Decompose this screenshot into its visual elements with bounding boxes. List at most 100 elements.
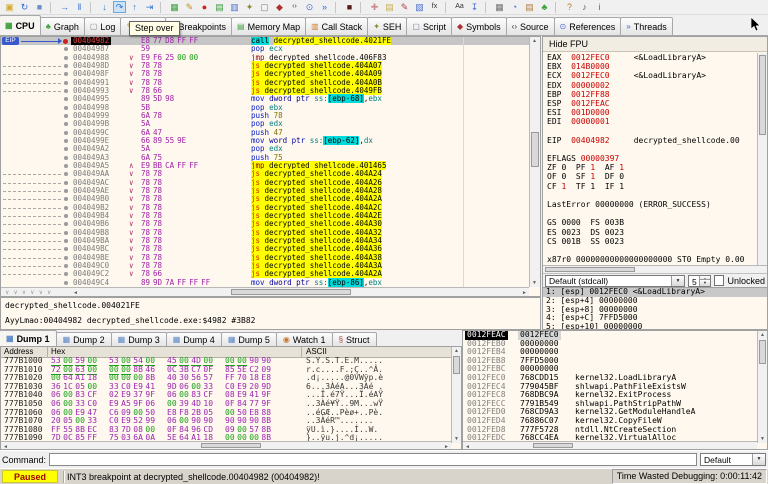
tab-struct[interactable]: §Struct (332, 332, 377, 346)
register-line[interactable]: EFLAGS 00000397 (547, 154, 755, 163)
disassembly-horizontal-scrollbar[interactable]: ∨∨∨∨∨∨ ◄ ► (1, 287, 529, 296)
register-line[interactable]: EIP 00404982 decrypted_shellcode.00 (547, 136, 755, 145)
instruction-dot-icon[interactable] (64, 122, 68, 126)
scroll-thumb[interactable] (759, 340, 766, 364)
register-line[interactable]: CF 1 TF 1 IF 1 (547, 182, 755, 191)
step-over-icon[interactable]: ↷ (113, 1, 126, 13)
instruction-dot-icon[interactable] (64, 197, 68, 201)
comments-icon[interactable]: ▤ (383, 1, 396, 13)
tab-seh[interactable]: ✦SEH (367, 17, 407, 35)
scroll-thumb[interactable] (453, 356, 460, 374)
stack-row[interactable]: 0012FEB87FFD5000 (463, 357, 757, 366)
instruction-dot-icon[interactable] (64, 139, 68, 143)
instruction-dot-icon[interactable] (64, 97, 68, 101)
register-line[interactable]: ZF 0 PF 1 AF 1 (547, 163, 755, 172)
scroll-right-icon[interactable]: ► (442, 443, 451, 450)
instruction-dot-icon[interactable] (64, 114, 68, 118)
scroll-down-icon[interactable]: ▼ (452, 435, 461, 443)
execute-till-return-icon[interactable]: ↑ (128, 1, 141, 13)
register-line[interactable]: EBP 0012FF88 (547, 90, 755, 99)
chevron-down-icon[interactable]: ▼ (671, 276, 684, 286)
restart-icon[interactable]: ↻ (18, 1, 31, 13)
dump-horizontal-scrollbar[interactable]: ◄ ► (1, 441, 451, 449)
command-input[interactable] (49, 453, 697, 466)
instruction-dot-icon[interactable] (64, 214, 68, 218)
register-line[interactable]: EBX 014B0000 (547, 62, 755, 71)
register-line[interactable]: CS 001B SS 0023 (547, 237, 755, 246)
instruction-dot-icon[interactable] (64, 206, 68, 210)
tab-graph[interactable]: ♣Graph (40, 17, 85, 35)
tab-references[interactable]: ⊙References (554, 17, 622, 35)
close-icon[interactable]: ■ (33, 1, 46, 13)
instruction-dot-icon[interactable] (64, 264, 68, 268)
instruction-dot-icon[interactable] (64, 156, 68, 160)
calling-convention-select[interactable]: Default (stdcall) ▼ (545, 275, 685, 287)
tab-dump-1[interactable]: ▦Dump 1 (0, 330, 57, 346)
scroll-left-icon[interactable]: ◄ (71, 289, 80, 297)
scroll-left-icon[interactable]: ◄ (463, 443, 472, 450)
disasm-row[interactable]: 004049C4899D7AFFFFFFmov dword ptr ss:[eb… (1, 279, 529, 287)
tab-source[interactable]: ‹›Source (506, 17, 555, 35)
register-line[interactable]: x87r0 00000000000000000000 ST0 Empty 0.0… (547, 255, 755, 264)
scroll-right-icon[interactable]: ► (520, 289, 529, 297)
register-line[interactable]: LastError 00000000 (ERROR_SUCCESS) (547, 200, 755, 209)
references-icon[interactable]: ⊙ (303, 1, 316, 13)
register-line[interactable]: EDX 00000002 (547, 81, 755, 90)
bookmarks-icon[interactable]: ▧ (413, 1, 426, 13)
attach-icon[interactable]: ↧ (468, 1, 481, 13)
symbols-icon[interactable]: ◆ (273, 1, 286, 13)
run-icon[interactable]: → (58, 1, 71, 13)
instruction-dot-icon[interactable] (64, 181, 68, 185)
strings-icon[interactable]: Aa (453, 1, 466, 13)
instruction-dot-icon[interactable] (64, 106, 68, 110)
scroll-down-icon[interactable]: ▼ (530, 279, 539, 287)
scroll-thumb[interactable] (533, 443, 573, 448)
register-line[interactable]: EAX 0012FEC0 <&LoadLibraryA> (547, 53, 755, 62)
notes-icon[interactable]: ✎ (183, 1, 196, 13)
instruction-dot-icon[interactable] (64, 164, 68, 168)
tab-threads[interactable]: »Threads (620, 17, 672, 35)
instruction-dot-icon[interactable] (64, 64, 68, 68)
memory-map-icon[interactable]: ▤ (213, 1, 226, 13)
debuggee-time-icon[interactable]: ◔ (508, 1, 521, 13)
scroll-up-icon[interactable]: ▲ (452, 347, 461, 355)
help-icon[interactable]: ? (563, 1, 576, 13)
about-icon[interactable]: i (593, 1, 606, 13)
script-icon[interactable]: ▢ (258, 1, 271, 13)
register-line[interactable] (547, 145, 755, 154)
patches-icon[interactable]: ✚ (368, 1, 381, 13)
registers-vertical-scrollbar[interactable] (757, 53, 767, 265)
argument-depth-stepper[interactable]: 5 ▲ ▼ (688, 275, 711, 287)
stack-row[interactable]: 0012FEB000000000 (463, 340, 757, 349)
cpu-icon[interactable]: ▦ (168, 1, 181, 13)
disassembly-vertical-scrollbar[interactable]: ▲ ▼ (529, 37, 540, 287)
calculator-icon[interactable]: ▦ (493, 1, 506, 13)
pause-icon[interactable]: ‖ (73, 1, 86, 13)
call-stack-icon[interactable]: ▥ (228, 1, 241, 13)
instruction-dot-icon[interactable] (64, 281, 68, 285)
tab-call-stack[interactable]: ▥Call Stack (305, 17, 368, 35)
instruction-dot-icon[interactable] (64, 72, 68, 76)
scroll-down-icon[interactable]: ▼ (758, 435, 767, 443)
register-line[interactable] (547, 191, 755, 200)
tab-watch-1[interactable]: ◉Watch 1 (276, 332, 333, 346)
breakpoint-dot-icon[interactable] (63, 39, 68, 44)
open-file-icon[interactable]: ▣ (3, 1, 16, 13)
stepper-down-icon[interactable]: ▼ (699, 279, 710, 286)
donate-icon[interactable]: ♪ (578, 1, 591, 13)
threads-icon[interactable]: » (318, 1, 331, 13)
scroll-thumb[interactable] (231, 289, 351, 295)
stack-vertical-scrollbar[interactable]: ▲ ▼ (757, 331, 767, 443)
tab-dump-2[interactable]: ▦Dump 2 (56, 332, 112, 346)
register-line[interactable]: ESP 0012FEAC (547, 99, 755, 108)
register-line[interactable]: ES 0023 DS 0023 (547, 228, 755, 237)
dump-vertical-scrollbar[interactable]: ▲ ▼ (451, 347, 461, 443)
register-line[interactable]: ECX 0012FEC0 <&LoadLibraryA> (547, 71, 755, 80)
register-line[interactable] (547, 127, 755, 136)
instruction-dot-icon[interactable] (64, 239, 68, 243)
stack-row[interactable]: 0012FEAC0012FEC0 (463, 331, 757, 340)
scroll-left-icon[interactable]: ◄ (1, 443, 10, 450)
register-line[interactable] (547, 209, 755, 218)
stack-row[interactable]: 0012FEB400000000 (463, 348, 757, 357)
scroll-thumb[interactable] (201, 443, 261, 448)
